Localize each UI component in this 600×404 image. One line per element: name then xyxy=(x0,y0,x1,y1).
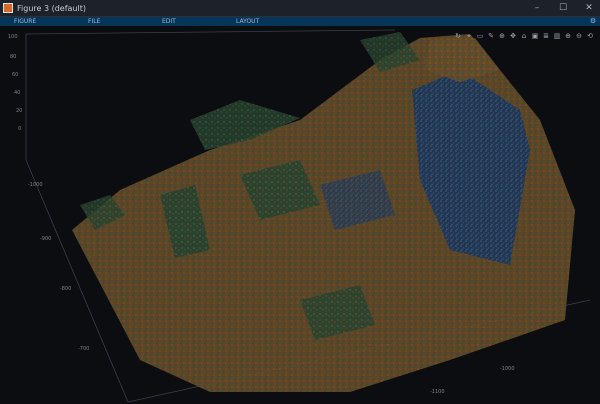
z-tick-label: 60 xyxy=(12,72,18,78)
zoom-out-icon[interactable]: ⊖ xyxy=(575,32,583,40)
y-tick-label: -700 xyxy=(78,346,89,352)
x-tick-label: -1000 xyxy=(500,366,515,372)
datatip-icon[interactable]: ▭ xyxy=(476,32,484,40)
rotate-icon[interactable]: ↻ xyxy=(454,32,462,40)
home-icon[interactable]: ⌂ xyxy=(520,32,528,40)
title-bar: Figure 3 (default) – ☐ ✕ xyxy=(0,0,600,17)
maximize-icon[interactable]: ☐ xyxy=(556,0,570,16)
minimize-icon[interactable]: – xyxy=(530,0,544,16)
x-axis-ticks: -1100 -1000 xyxy=(430,366,515,395)
y-tick-label: -1000 xyxy=(28,182,43,188)
matlab-figure-window: Figure 3 (default) – ☐ ✕ FIGURE FILE EDI… xyxy=(0,0,600,404)
zoom-in-icon[interactable]: ⊕ xyxy=(498,32,506,40)
point-cloud-plot[interactable]: 100 80 60 40 20 0 -1000 -900 -800 -700 -… xyxy=(0,27,600,404)
matlab-logo-icon xyxy=(3,3,13,13)
point-cloud-axes[interactable]: 100 80 60 40 20 0 -1000 -900 -800 -700 -… xyxy=(0,27,600,404)
z-tick-label: 80 xyxy=(10,54,16,60)
tab-edit[interactable]: EDIT xyxy=(148,17,222,26)
z-axis-ticks: 100 80 60 40 20 0 xyxy=(8,34,22,132)
z-tick-label: 100 xyxy=(8,34,18,40)
y-axis-ticks: -1000 -900 -800 -700 xyxy=(28,182,89,352)
zoom-in-icon[interactable]: ⊕ xyxy=(564,32,572,40)
restore-view-icon[interactable]: ⟲ xyxy=(586,32,594,40)
insert-legend-icon[interactable]: ≣ xyxy=(542,32,550,40)
figure-tabs-bar: FIGURE FILE EDIT LAYOUT xyxy=(0,17,600,26)
x-tick-label: -1100 xyxy=(430,389,445,395)
tab-file[interactable]: FILE xyxy=(74,17,148,26)
close-icon[interactable]: ✕ xyxy=(582,0,596,16)
brush-icon[interactable]: ✎ xyxy=(487,32,495,40)
settings-gear-icon[interactable]: ⚙ xyxy=(589,17,597,26)
window-controls: – ☐ ✕ xyxy=(530,0,596,16)
colorbar-icon[interactable]: ▥ xyxy=(553,32,561,40)
window-title: Figure 3 (default) xyxy=(17,3,86,13)
tab-layout[interactable]: LAYOUT xyxy=(222,17,296,26)
z-tick-label: 40 xyxy=(14,90,20,96)
pan-icon[interactable]: ✥ xyxy=(509,32,517,40)
tab-figure[interactable]: FIGURE xyxy=(0,17,74,26)
z-tick-label: 0 xyxy=(18,126,21,132)
y-tick-label: -900 xyxy=(40,236,51,242)
data-cursor-icon[interactable]: ⌖ xyxy=(465,32,473,40)
z-tick-label: 20 xyxy=(16,108,22,114)
y-tick-label: -800 xyxy=(60,286,71,292)
axes-toolbar: ↻ ⌖ ▭ ✎ ⊕ ✥ ⌂ ▣ ≣ ▥ ⊕ ⊖ ⟲ xyxy=(454,32,594,40)
save-icon[interactable]: ▣ xyxy=(531,32,539,40)
